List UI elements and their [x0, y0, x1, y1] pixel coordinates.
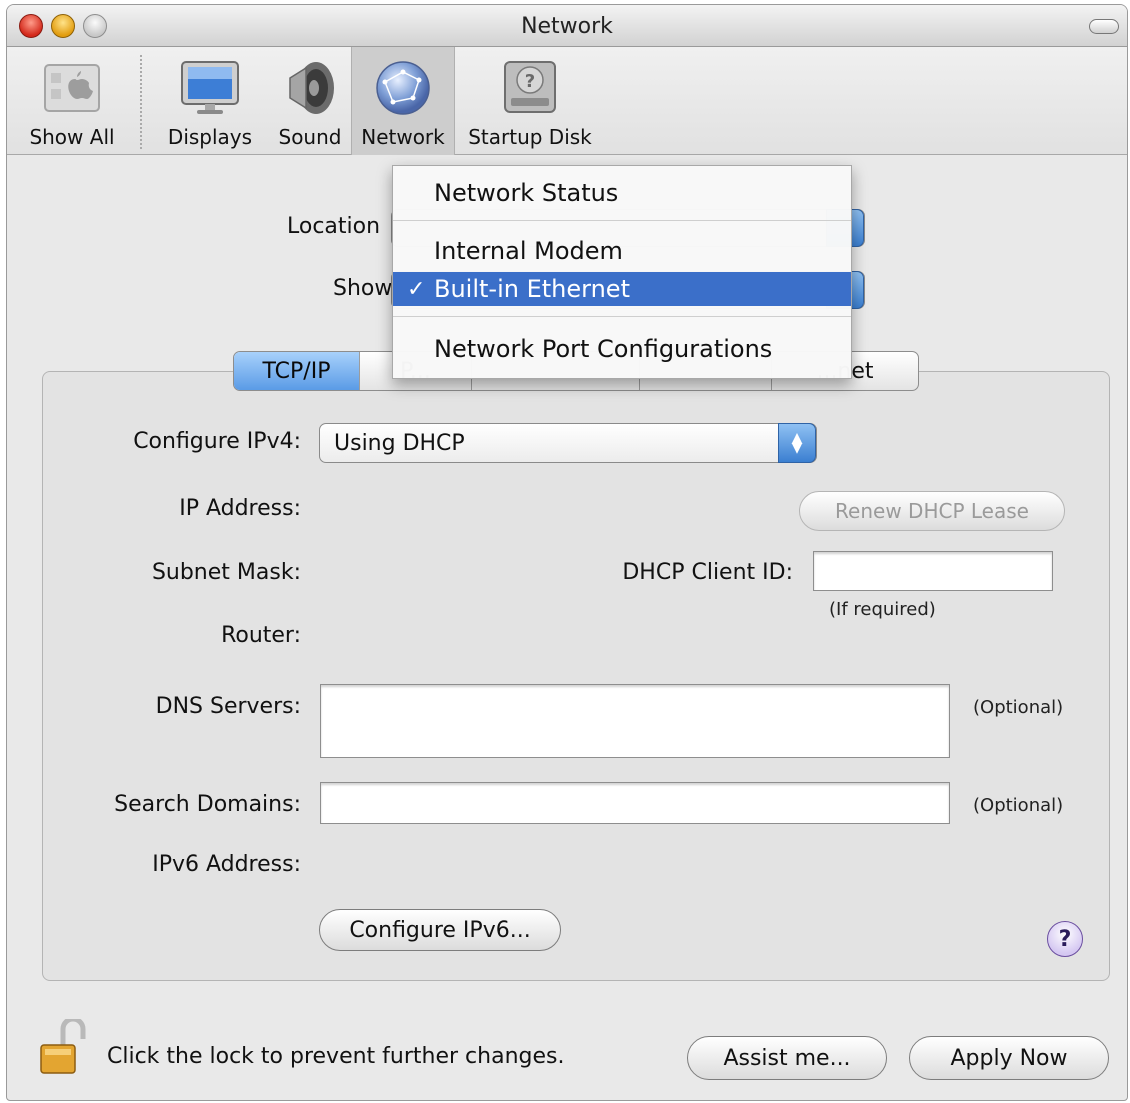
dns-optional-hint: (Optional): [973, 697, 1064, 718]
configure-ipv4-arrows: ▲ ▼: [778, 423, 816, 463]
toolbar-displays[interactable]: Displays: [155, 47, 265, 155]
toolbar-show-all[interactable]: Show All: [17, 47, 127, 155]
search-domains-optional-hint: (Optional): [973, 795, 1064, 816]
menu-item-network-port-configurations[interactable]: Network Port Configurations: [393, 332, 851, 366]
toolbar-startup-disk-label: Startup Disk: [468, 125, 592, 149]
help-button[interactable]: ?: [1047, 921, 1083, 957]
if-required-hint: (If required): [829, 599, 936, 620]
menu-item-internal-modem-label: Internal Modem: [434, 237, 623, 265]
ip-address-label: IP Address:: [179, 496, 301, 521]
checkmark-icon: ✓: [407, 276, 426, 302]
location-label: Location: [287, 214, 381, 239]
menu-separator: [393, 316, 851, 317]
router-label: Router:: [221, 623, 301, 648]
configure-ipv6-button[interactable]: Configure IPv6...: [319, 909, 561, 951]
menu-item-internal-modem[interactable]: Internal Modem: [393, 234, 851, 268]
configure-ipv4-label: Configure IPv4:: [133, 429, 301, 454]
menu-item-built-in-ethernet[interactable]: ✓ Built-in Ethernet: [393, 272, 851, 306]
network-preferences-window: Network Show All Displays Sound Network …: [6, 4, 1128, 1101]
arrow-down-icon: ▼: [791, 440, 803, 456]
show-label: Show: [333, 276, 393, 301]
toolbar-displays-label: Displays: [167, 125, 253, 149]
dns-servers-label: DNS Servers:: [155, 694, 301, 719]
tab-tcpip[interactable]: TCP/IP: [234, 352, 360, 390]
menu-item-network-port-configurations-label: Network Port Configurations: [434, 335, 773, 363]
window-title: Network: [521, 14, 613, 39]
toolbar-sound[interactable]: Sound: [265, 47, 355, 155]
speaker-icon: [279, 57, 341, 119]
dhcp-client-id-field[interactable]: [813, 551, 1053, 591]
search-domains-field[interactable]: [320, 782, 950, 824]
svg-text:?: ?: [525, 71, 535, 92]
configure-ipv4-popup[interactable]: Using DHCP ▲ ▼: [319, 423, 817, 463]
toolbar-network-label: Network: [361, 125, 445, 149]
configure-ipv4-value: Using DHCP: [334, 430, 465, 456]
toolbar-divider: [140, 55, 142, 149]
question-mark-icon: ?: [1058, 926, 1072, 952]
assist-me-button[interactable]: Assist me...: [687, 1036, 887, 1080]
menu-item-network-status[interactable]: Network Status: [393, 176, 851, 210]
show-all-icon: [41, 57, 103, 119]
toolbar-sound-label: Sound: [278, 125, 342, 149]
lock-message: Click the lock to prevent further change…: [107, 1044, 565, 1069]
preferences-toolbar: Show All Displays Sound Network ? Startu…: [7, 47, 1127, 155]
subnet-mask-label: Subnet Mask:: [151, 560, 301, 585]
apply-now-button[interactable]: Apply Now: [909, 1036, 1109, 1080]
dns-servers-field[interactable]: [320, 684, 950, 758]
renew-dhcp-lease-button[interactable]: Renew DHCP Lease: [799, 491, 1065, 531]
search-domains-label: Search Domains:: [114, 792, 301, 817]
toolbar-show-all-label: Show All: [29, 125, 115, 149]
hard-disk-icon: ?: [499, 57, 561, 119]
ipv6-address-label: IPv6 Address:: [152, 852, 301, 877]
network-globe-icon: [372, 57, 434, 119]
toolbar-startup-disk[interactable]: ? Startup Disk: [459, 47, 601, 155]
toolbar-network[interactable]: Network: [351, 47, 455, 155]
lock-icon[interactable]: [39, 1016, 87, 1075]
display-icon: [179, 57, 241, 119]
dhcp-client-id-label: DHCP Client ID:: [622, 560, 793, 585]
menu-item-built-in-ethernet-label: Built-in Ethernet: [434, 275, 630, 303]
menu-separator: [393, 220, 851, 221]
toolbar-toggle-button[interactable]: [1089, 19, 1119, 34]
menu-item-network-status-label: Network Status: [434, 179, 619, 207]
show-dropdown-menu: Network Status Internal Modem ✓ Built-in…: [392, 165, 852, 379]
title-bar: Network: [7, 5, 1127, 47]
